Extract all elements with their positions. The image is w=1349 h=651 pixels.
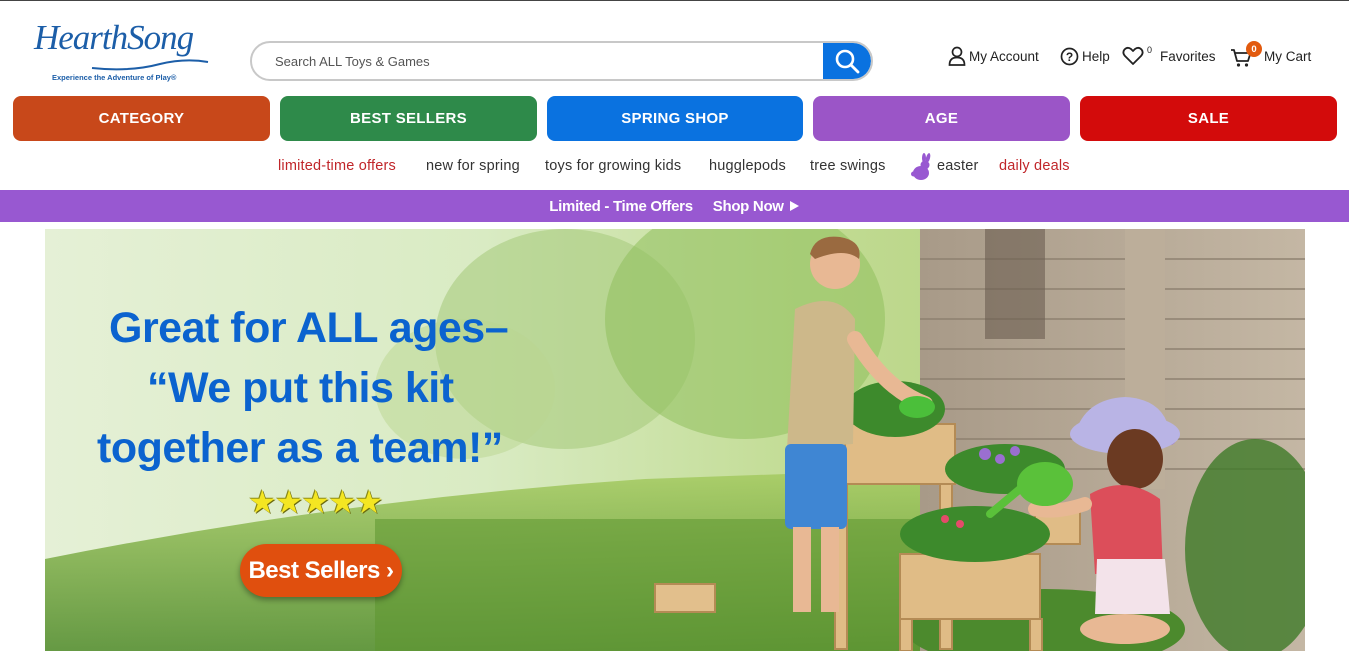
svg-text:?: ?	[1066, 50, 1073, 64]
spring-shop-button[interactable]: SPRING SHOP	[547, 96, 803, 141]
help-link[interactable]: ? Help	[1060, 44, 1110, 68]
quick-link-tree-swings[interactable]: tree swings	[810, 158, 886, 178]
play-arrow-icon	[789, 201, 799, 211]
brand-name: HearthSong	[34, 18, 194, 57]
cart-icon-wrap: 0	[1230, 41, 1262, 67]
search-input[interactable]	[252, 43, 827, 79]
search-icon	[835, 49, 860, 74]
cart-count-badge: 0	[1246, 41, 1262, 57]
quick-link-limited-time-offers[interactable]: limited-time offers	[278, 158, 396, 178]
user-icon	[948, 46, 966, 66]
my-account-label: My Account	[969, 48, 1039, 64]
quick-link-toys-for-growing-kids[interactable]: toys for growing kids	[545, 158, 681, 178]
hero-headline-line-3: together as a team!”	[97, 424, 503, 472]
help-icon: ?	[1060, 47, 1079, 65]
sale-button[interactable]: SALE	[1080, 96, 1337, 141]
favorites-label: Favorites	[1160, 48, 1216, 64]
search-bar	[250, 41, 873, 81]
hero-headline-line-1: Great for ALL ages–	[109, 304, 509, 352]
age-button[interactable]: AGE	[813, 96, 1070, 141]
quick-link-hugglepods[interactable]: hugglepods	[709, 158, 786, 178]
cart-link[interactable]: 0 My Cart	[1230, 41, 1312, 68]
rating-stars: ★★★★★	[248, 484, 383, 520]
promo-bar: Limited - Time Offers Shop Now	[0, 190, 1349, 222]
category-button[interactable]: CATEGORY	[13, 96, 270, 141]
top-border	[0, 0, 1349, 1]
help-label: Help	[1082, 48, 1110, 64]
heart-icon	[1122, 46, 1144, 65]
cart-label: My Cart	[1264, 48, 1312, 64]
promo-text: Limited - Time Offers	[549, 197, 693, 215]
shop-now-link[interactable]: Shop Now	[713, 198, 800, 215]
search-button[interactable]	[823, 43, 871, 79]
brand-logo[interactable]: HearthSong Experience the Adventure of P…	[30, 18, 210, 86]
best-sellers-cta-button[interactable]: Best Sellers ›	[240, 544, 402, 597]
my-account-link[interactable]: My Account	[948, 44, 1039, 68]
quick-link-daily-deals[interactable]: daily deals	[999, 158, 1070, 178]
hero-banner[interactable]: Great for ALL ages– “We put this kit tog…	[45, 229, 1305, 651]
quick-link-easter[interactable]: easter	[937, 158, 979, 178]
quick-link-new-for-spring[interactable]: new for spring	[426, 158, 520, 178]
favorites-count: 0	[1147, 45, 1153, 55]
logo-swoosh-icon	[91, 59, 209, 71]
brand-tagline: Experience the Adventure of Play®	[52, 73, 177, 82]
shop-now-label: Shop Now	[712, 197, 784, 215]
hero-headline-line-2: “We put this kit	[147, 364, 454, 412]
favorites-link[interactable]: 0 Favorites	[1122, 44, 1216, 68]
bunny-icon[interactable]	[909, 153, 935, 181]
best-sellers-button[interactable]: BEST SELLERS	[280, 96, 537, 141]
